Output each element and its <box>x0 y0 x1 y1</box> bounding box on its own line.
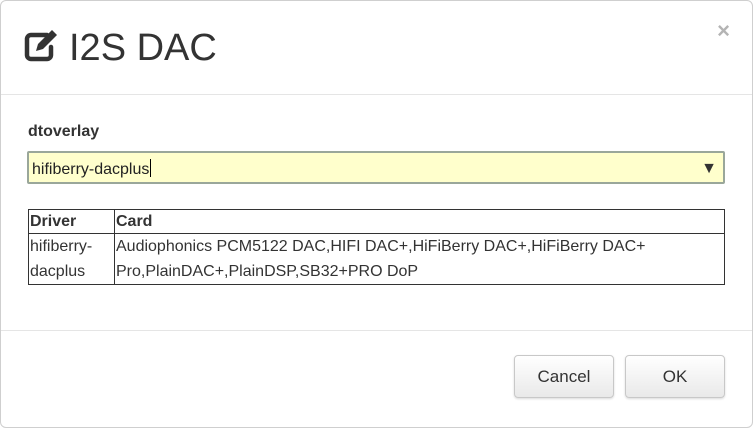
dialog-title: I2S DAC <box>69 27 217 69</box>
cancel-button[interactable]: Cancel <box>514 355 614 398</box>
dtoverlay-label: dtoverlay <box>28 123 100 140</box>
card-cell: Audiophonics PCM5122 DAC,HIFI DAC+,HiFiB… <box>114 233 725 285</box>
text-cursor <box>150 159 152 177</box>
table-row: hifiberry-dacplus Audiophonics PCM5122 D… <box>28 233 725 285</box>
dropdown-arrow-icon[interactable]: ▼ <box>701 159 717 178</box>
dtoverlay-select-value: hifiberry-dacplus <box>32 159 152 178</box>
table-header-row: Driver Card <box>28 209 725 234</box>
i2s-dac-dialog: I2S DAC × dtoverlay hifiberry-dacplus ▼ … <box>0 0 753 428</box>
driver-cell: hifiberry-dacplus <box>28 233 115 285</box>
column-header-driver: Driver <box>28 209 115 234</box>
ok-button[interactable]: OK <box>625 355 725 398</box>
dtoverlay-select[interactable]: hifiberry-dacplus ▼ <box>27 151 725 184</box>
driver-card-table: Driver Card hifiberry-dacplus Audiophoni… <box>28 209 725 285</box>
close-button[interactable]: × <box>717 19 730 43</box>
edit-icon <box>24 30 57 62</box>
dialog-header: I2S DAC × <box>1 1 752 95</box>
dialog-footer: Cancel OK <box>1 331 752 427</box>
column-header-card: Card <box>114 209 725 234</box>
dialog-body: dtoverlay hifiberry-dacplus ▼ Driver Car… <box>1 95 752 331</box>
